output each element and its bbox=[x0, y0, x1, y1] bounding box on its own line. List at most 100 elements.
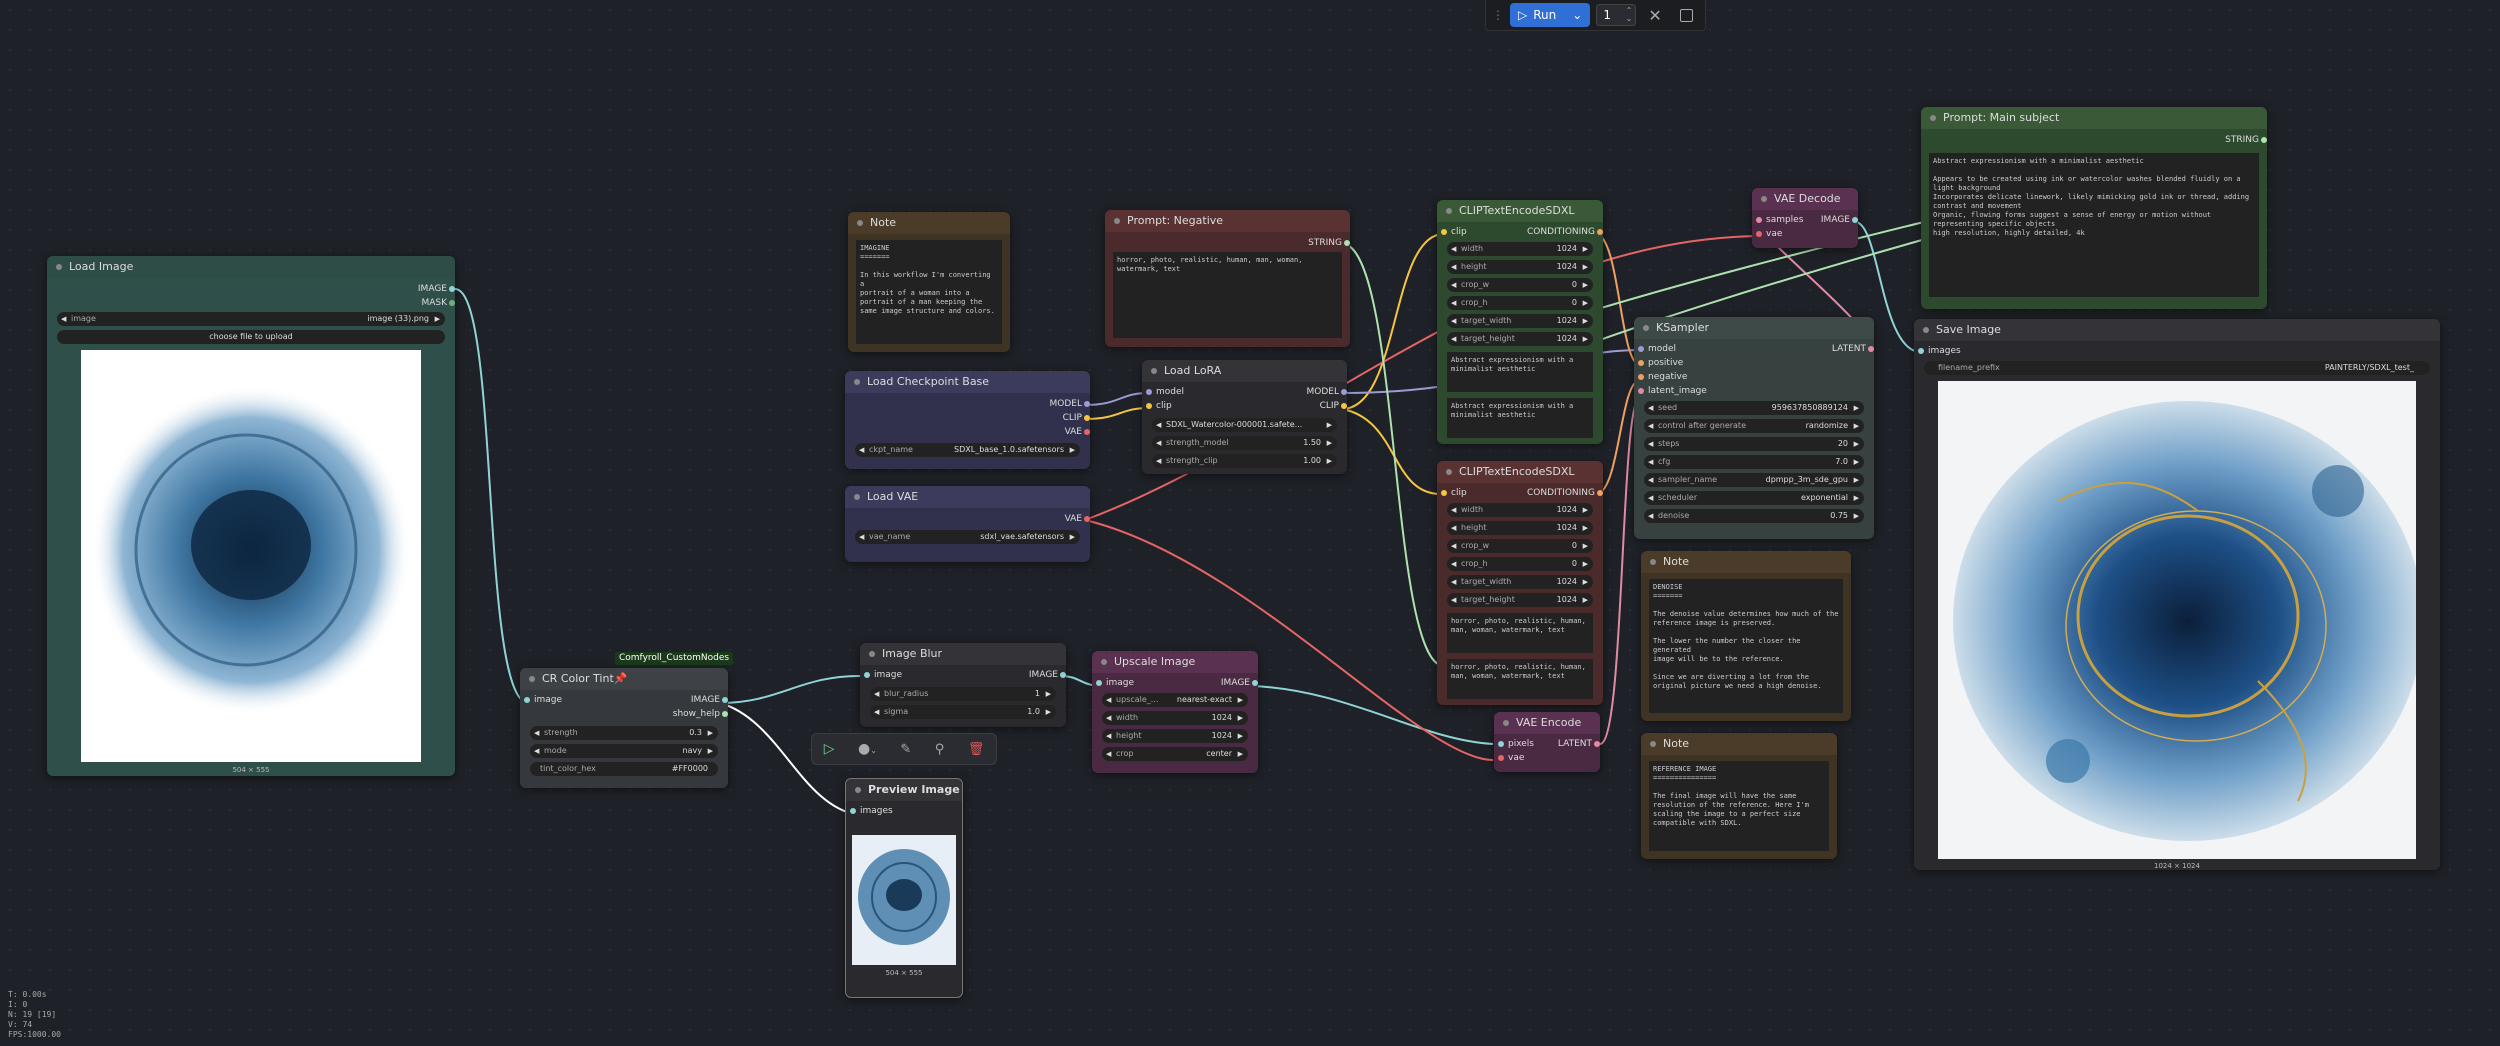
widget-sampler-name[interactable]: ◀ sampler_name dpmpp_3m_sde_gpu ▶ bbox=[1644, 473, 1864, 487]
collapse-dot-icon[interactable] bbox=[869, 651, 875, 657]
output-model[interactable]: MODEL bbox=[1307, 385, 1347, 399]
node-load-lora[interactable]: Load LoRA model clip MODEL CLIP ◀ SDXL_Wa… bbox=[1142, 360, 1347, 474]
color-picker-icon[interactable]: ●⌄ bbox=[858, 741, 877, 757]
widget-strength-model[interactable]: ◀ strength_model 1.50 ▶ bbox=[1152, 436, 1337, 450]
arrow-left-icon[interactable]: ◀ bbox=[1451, 539, 1456, 553]
arrow-right-icon[interactable]: ▶ bbox=[1854, 437, 1859, 451]
output-image[interactable]: IMAGE bbox=[1221, 676, 1258, 690]
output-string[interactable]: STRING bbox=[1308, 236, 1350, 250]
wand-icon[interactable]: ✎ bbox=[900, 742, 911, 757]
slot-dot-icon[interactable] bbox=[2261, 137, 2267, 143]
arrow-right-icon[interactable]: ▶ bbox=[1583, 260, 1588, 274]
slot-dot-icon[interactable] bbox=[1084, 516, 1090, 522]
arrow-right-icon[interactable]: ▶ bbox=[1046, 705, 1051, 719]
arrow-left-icon[interactable]: ◀ bbox=[534, 726, 539, 740]
arrow-left-icon[interactable]: ◀ bbox=[1451, 557, 1456, 571]
output-show-help[interactable]: show_help bbox=[673, 707, 728, 721]
arrow-left-icon[interactable]: ◀ bbox=[1648, 455, 1653, 469]
arrow-right-icon[interactable]: ▶ bbox=[1327, 418, 1332, 432]
widget-strength-clip[interactable]: ◀ strength_clip 1.00 ▶ bbox=[1152, 454, 1337, 468]
output-string[interactable]: STRING bbox=[2225, 133, 2267, 147]
arrow-right-icon[interactable]: ▶ bbox=[1583, 539, 1588, 553]
arrow-right-icon[interactable]: ▶ bbox=[1238, 747, 1243, 761]
arrow-left-icon[interactable]: ◀ bbox=[1451, 593, 1456, 607]
arrow-right-icon[interactable]: ▶ bbox=[708, 744, 713, 758]
slot-dot-icon[interactable] bbox=[1638, 374, 1644, 380]
widget-seed[interactable]: ◀ seed 959637850889124 ▶ bbox=[1644, 401, 1864, 415]
text-g-field[interactable]: Abstract expressionism with a minimalist… bbox=[1447, 352, 1593, 392]
prompt-text[interactable]: horror, photo, realistic, human, man, wo… bbox=[1113, 252, 1342, 338]
drag-handle-icon[interactable]: ⋮ bbox=[1492, 8, 1504, 22]
slot-dot-icon[interactable] bbox=[1597, 490, 1603, 496]
slot-dot-icon[interactable] bbox=[449, 300, 455, 306]
widget-ckpt-name[interactable]: ◀ ckpt_name SDXL_base_1.0.safetensors ▶ bbox=[855, 443, 1080, 457]
trash-icon[interactable]: 🗑 bbox=[968, 742, 985, 757]
output-image[interactable]: IMAGE bbox=[1821, 213, 1858, 227]
input-clip[interactable]: clip bbox=[1441, 225, 1467, 239]
output-vae[interactable]: VAE bbox=[1065, 512, 1090, 526]
node-note-imagine[interactable]: Note IMAGINE ======= In this workflow I'… bbox=[848, 212, 1010, 352]
arrow-left-icon[interactable]: ◀ bbox=[1451, 296, 1456, 310]
widget-target-height[interactable]: ◀ target_height 1024 ▶ bbox=[1447, 332, 1593, 346]
collapse-dot-icon[interactable] bbox=[1101, 659, 1107, 665]
arrow-left-icon[interactable]: ◀ bbox=[1648, 473, 1653, 487]
collapse-dot-icon[interactable] bbox=[1923, 327, 1929, 333]
input-clip[interactable]: clip bbox=[1441, 486, 1467, 500]
collapse-dot-icon[interactable] bbox=[1503, 720, 1509, 726]
node-load-checkpoint[interactable]: Load Checkpoint Base MODEL CLIP VAE ◀ ckp… bbox=[845, 371, 1090, 469]
slot-dot-icon[interactable] bbox=[1084, 401, 1090, 407]
arrow-right-icon[interactable]: ▶ bbox=[1854, 509, 1859, 523]
output-conditioning[interactable]: CONDITIONING bbox=[1527, 486, 1603, 500]
node-vae-decode[interactable]: VAE Decode samples vae IMAGE bbox=[1752, 188, 1858, 248]
arrow-left-icon[interactable]: ◀ bbox=[1451, 314, 1456, 328]
node-note-denoise[interactable]: Note DENOISE ======= The denoise value d… bbox=[1641, 551, 1851, 721]
arrow-left-icon[interactable]: ◀ bbox=[859, 443, 864, 457]
widget-height[interactable]: ◀ height 1024 ▶ bbox=[1102, 729, 1248, 743]
node-note-reference[interactable]: Note REFERENCE IMAGE =============== The… bbox=[1641, 733, 1837, 859]
output-clip[interactable]: CLIP bbox=[1063, 411, 1090, 425]
collapse-dot-icon[interactable] bbox=[1761, 196, 1767, 202]
play-icon[interactable]: ▷ bbox=[824, 741, 835, 757]
input-pixels[interactable]: pixels bbox=[1498, 737, 1534, 751]
input-negative[interactable]: negative bbox=[1638, 370, 1687, 384]
output-image[interactable]: IMAGE bbox=[418, 282, 455, 296]
node-cr-color-tint[interactable]: CR Color Tint📌 image IMAGE show_help ◀ st… bbox=[520, 668, 728, 788]
stepper-icon[interactable]: ⌃ ⌄ bbox=[1626, 7, 1636, 23]
slot-dot-icon[interactable] bbox=[1146, 403, 1152, 409]
input-images[interactable]: images bbox=[850, 804, 893, 818]
widget-crop-w[interactable]: ◀ crop_w 0 ▶ bbox=[1447, 278, 1593, 292]
arrow-left-icon[interactable]: ◀ bbox=[1451, 332, 1456, 346]
slot-dot-icon[interactable] bbox=[1638, 360, 1644, 366]
arrow-right-icon[interactable]: ▶ bbox=[1854, 401, 1859, 415]
node-preview-image[interactable]: Preview Image images 504 × 555 bbox=[845, 778, 963, 998]
text-l-field[interactable]: Abstract expressionism with a minimalist… bbox=[1447, 398, 1593, 438]
slot-dot-icon[interactable] bbox=[722, 697, 728, 703]
arrow-right-icon[interactable]: ▶ bbox=[1238, 729, 1243, 743]
arrow-left-icon[interactable]: ◀ bbox=[1451, 242, 1456, 256]
widget-scheduler[interactable]: ◀ scheduler exponential ▶ bbox=[1644, 491, 1864, 505]
arrow-left-icon[interactable]: ◀ bbox=[1156, 418, 1161, 432]
output-image[interactable]: IMAGE bbox=[1029, 668, 1066, 682]
output-conditioning[interactable]: CONDITIONING bbox=[1527, 225, 1603, 239]
slot-dot-icon[interactable] bbox=[864, 672, 870, 678]
slot-dot-icon[interactable] bbox=[850, 808, 856, 814]
widget-blur-radius[interactable]: ◀ blur_radius 1 ▶ bbox=[870, 687, 1056, 701]
output-mask[interactable]: MASK bbox=[421, 296, 455, 310]
arrow-right-icon[interactable]: ▶ bbox=[1238, 711, 1243, 725]
arrow-left-icon[interactable]: ◀ bbox=[1156, 436, 1161, 450]
collapse-dot-icon[interactable] bbox=[56, 264, 62, 270]
widget-height[interactable]: ◀ height 1024 ▶ bbox=[1447, 260, 1593, 274]
arrow-right-icon[interactable]: ▶ bbox=[1238, 693, 1243, 707]
node-prompt-main[interactable]: Prompt: Main subject STRING Abstract exp… bbox=[1921, 107, 2267, 309]
note-text[interactable]: DENOISE ======= The denoise value determ… bbox=[1649, 579, 1843, 713]
arrow-right-icon[interactable]: ▶ bbox=[1583, 278, 1588, 292]
chevron-down-icon[interactable]: ⌄ bbox=[1572, 8, 1582, 22]
slot-dot-icon[interactable] bbox=[1597, 229, 1603, 235]
slot-dot-icon[interactable] bbox=[1060, 672, 1066, 678]
input-image[interactable]: image bbox=[864, 668, 902, 682]
slot-dot-icon[interactable] bbox=[1344, 240, 1350, 246]
widget-lora-name[interactable]: ◀ SDXL_Watercolor-000001.safete... ▶ bbox=[1152, 418, 1337, 432]
widget-target-height[interactable]: ◀ target_height 1024 ▶ bbox=[1447, 593, 1593, 607]
slot-dot-icon[interactable] bbox=[524, 697, 530, 703]
arrow-left-icon[interactable]: ◀ bbox=[1106, 729, 1111, 743]
